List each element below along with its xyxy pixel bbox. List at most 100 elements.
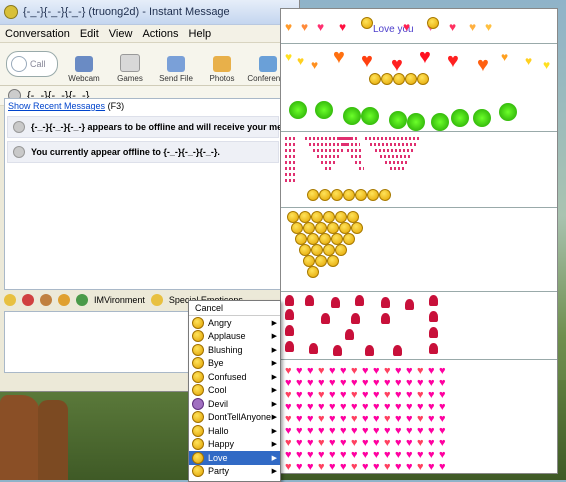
menu-bar: Conversation Edit View Actions Help — [0, 25, 299, 43]
clover-icon — [289, 101, 307, 119]
webcam-button[interactable]: Webcam — [64, 56, 104, 83]
menu-item-love[interactable]: Love ▶ — [189, 451, 280, 465]
heart-icon: ♥ — [340, 365, 347, 377]
heart-icon: ♥ — [333, 46, 345, 68]
menu-help[interactable]: Help — [189, 28, 212, 40]
call-label: Call — [30, 59, 46, 69]
heart-icon: ♥ — [340, 437, 347, 449]
menu-item-donttellanyone[interactable]: DontTellAnyone ▶ — [189, 411, 280, 425]
smiley-icon — [367, 189, 379, 201]
heart-icon: ♥ — [318, 449, 325, 461]
heart-icon: ♥ — [340, 389, 347, 401]
rose-icon — [405, 299, 414, 310]
heart-icon: ♥ — [428, 425, 435, 437]
webcam-icon — [75, 56, 93, 72]
heart-icon: ♥ — [296, 425, 303, 437]
recent-shortcut: (F3) — [107, 101, 125, 111]
rose-icon — [381, 297, 390, 308]
info-icon — [13, 121, 25, 133]
sun-icon[interactable] — [58, 294, 70, 306]
heart-icon: ♥ — [384, 437, 391, 449]
heart-icon: ♥ — [329, 401, 336, 413]
heart-icon: ♥ — [373, 461, 380, 473]
heart-icon: ♥ — [285, 401, 292, 413]
menu-item-cool[interactable]: Cool ▶ — [189, 384, 280, 398]
heart-icon: ♥ — [296, 377, 303, 389]
call-button[interactable]: Call — [6, 51, 58, 77]
menu-item-devil[interactable]: Devil ▶ — [189, 397, 280, 411]
games-button[interactable]: Games — [110, 54, 150, 83]
heart-icon: ♥ — [329, 365, 336, 377]
heart-icon: ♥ — [395, 449, 402, 461]
pattern-row — [375, 149, 413, 152]
rose-icon — [429, 343, 438, 354]
rose-icon — [331, 297, 340, 308]
heart-icon: ♥ — [307, 401, 314, 413]
heart-icon: ♥ — [307, 377, 314, 389]
heart-icon: ♥ — [351, 377, 358, 389]
emoticon-icon[interactable] — [4, 294, 16, 306]
send-file-button[interactable]: Send File — [156, 56, 196, 83]
menu-item-angry[interactable]: Angry ▶ — [189, 316, 280, 330]
imvironment-icon[interactable] — [76, 294, 88, 306]
menu-item-cancel[interactable]: Cancel — [189, 301, 280, 316]
menu-item-happy[interactable]: Happy ▶ — [189, 438, 280, 452]
menu-item-hallo[interactable]: Hallo ▶ — [189, 424, 280, 438]
smiley-icon — [427, 17, 439, 29]
heart-icon: ♥ — [395, 401, 402, 413]
smiley-icon — [335, 244, 347, 256]
heart-icon: ♥ — [307, 425, 314, 437]
submenu-arrow-icon: ▶ — [271, 414, 277, 422]
menu-item-applause[interactable]: Applause ▶ — [189, 330, 280, 344]
heart-icon: ♥ — [361, 50, 373, 72]
photos-button[interactable]: Photos — [202, 56, 242, 83]
menu-view[interactable]: View — [109, 28, 133, 40]
menu-item-confused[interactable]: Confused ▶ — [189, 370, 280, 384]
imvironment-button[interactable]: IMVironment — [94, 295, 145, 305]
title-bar[interactable]: {-_-}{-_-}{-_-} (truong2d) - Instant Mes… — [0, 0, 299, 25]
show-recent-messages-link[interactable]: Show Recent Messages — [8, 101, 105, 111]
heart-icon: ♥ — [351, 389, 358, 401]
conversation-area[interactable]: Show Recent Messages (F3) {-_-}{-_-}{-_-… — [4, 98, 282, 290]
heart-icon: ♥ — [285, 437, 292, 449]
clover-icon — [499, 103, 517, 121]
heart-icon: ♥ — [296, 389, 303, 401]
system-message-offline: {-_-}{-_-}{-_-} appears to be offline an… — [7, 116, 281, 138]
pattern-row — [380, 155, 410, 158]
rose-icon — [285, 341, 294, 352]
heart-icon: ♥ — [417, 437, 424, 449]
menu-item-blushing[interactable]: Blushing ▶ — [189, 343, 280, 357]
heart-icon: ♥ — [417, 425, 424, 437]
heart-icon: ♥ — [307, 413, 314, 425]
heart-icon: ♥ — [384, 461, 391, 473]
heart-icon: ♥ — [469, 20, 477, 34]
smiley-icon — [343, 189, 355, 201]
heart-icon: ♥ — [351, 401, 358, 413]
font-icon[interactable] — [40, 294, 52, 306]
menu-actions[interactable]: Actions — [142, 28, 178, 40]
submenu-arrow-icon: ▶ — [271, 333, 277, 341]
menu-item-label: Confused — [208, 371, 247, 382]
heart-icon: ♥ — [307, 449, 314, 461]
heart-icon: ♥ — [384, 401, 391, 413]
heart-icon: ♥ — [329, 449, 336, 461]
pattern-row — [285, 143, 295, 146]
clover-icon — [407, 113, 425, 131]
heart-icon: ♥ — [307, 365, 314, 377]
rose-icon — [285, 295, 294, 306]
heart-icon: ♥ — [285, 449, 292, 461]
menu-item-bye[interactable]: Bye ▶ — [189, 357, 280, 371]
rose-icon — [381, 313, 390, 324]
donttellanyone-icon — [192, 411, 204, 424]
heart-icon: ♥ — [395, 425, 402, 437]
menu-edit[interactable]: Edit — [80, 28, 99, 40]
pattern-row — [351, 155, 362, 158]
audible-icon[interactable] — [22, 294, 34, 306]
submenu-arrow-icon: ▶ — [271, 400, 277, 408]
emoticon-art-pane[interactable]: Love you ♥ ♥ ♥ ♥ ♥ ♥ ♥ ♥ ♥ ♥ ♥ ♥ ♥ ♥ ♥ ♥ ♥ ♥ ♥ ♥ ♥ ♥ ♥ ♥ ♥ ♥ ♥ ♥ ♥ ♥ ♥… — [280, 8, 558, 474]
menu-conversation[interactable]: Conversation — [5, 28, 70, 40]
menu-item-party[interactable]: Party ▶ — [189, 465, 280, 479]
heart-icon: ♥ — [417, 365, 424, 377]
menu-item-label: Cancel — [195, 303, 224, 313]
heart-icon: ♥ — [417, 461, 424, 473]
